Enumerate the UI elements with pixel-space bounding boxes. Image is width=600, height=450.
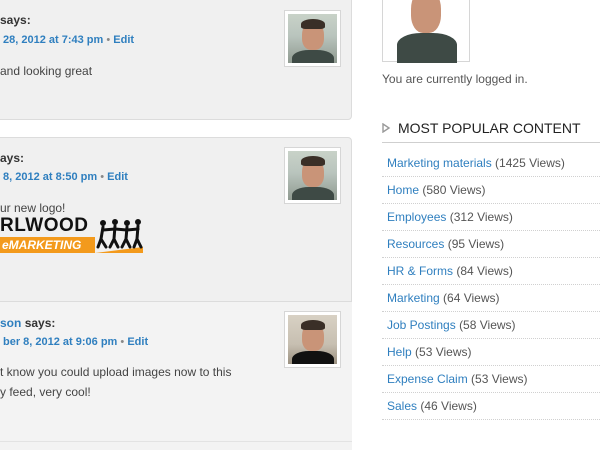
comment-meta: 28, 2012 at 7:43 pm • Edit [3, 34, 134, 46]
logo-wordmark: RLWOOD [0, 215, 89, 236]
view-count: (46 Views) [420, 399, 477, 413]
commenter-avatar[interactable] [284, 311, 341, 368]
list-item: Marketing materials (1425 Views) [382, 150, 600, 177]
comment-date-link[interactable]: 28, 2012 at 7:43 pm [3, 34, 103, 46]
avatar-photo [288, 14, 337, 63]
view-count: (64 Views) [443, 291, 500, 305]
comment-edit-link[interactable]: Edit [127, 336, 148, 348]
avatar-photo [288, 315, 337, 364]
list-item: HR & Forms (84 Views) [382, 258, 600, 285]
view-count: (1425 Views) [495, 156, 565, 170]
popular-link[interactable]: Expense Claim [387, 372, 468, 386]
comment-author: says: [0, 13, 31, 27]
commenter-avatar[interactable] [284, 147, 341, 204]
attached-logo-image[interactable]: RLWOOD eMARKETING [0, 215, 145, 255]
bullet-arrow-icon [382, 123, 391, 133]
view-count: (84 Views) [456, 264, 513, 278]
list-item: Home (580 Views) [382, 177, 600, 204]
widget-title-text: MOST POPULAR CONTENT [398, 120, 581, 136]
comment-edit-link[interactable]: Edit [113, 34, 134, 46]
comment-author: ays: [0, 151, 25, 165]
popular-link[interactable]: Resources [387, 237, 444, 251]
popular-link[interactable]: Marketing materials [387, 156, 492, 170]
view-count: (53 Views) [471, 372, 528, 386]
login-status-text: You are currently logged in. [382, 72, 528, 86]
popular-link[interactable]: Employees [387, 210, 446, 224]
comment-body: t know you could upload images now to th… [0, 365, 232, 399]
list-item: Job Postings (58 Views) [382, 312, 600, 339]
popular-link[interactable]: Sales [387, 399, 417, 413]
list-item: Marketing (64 Views) [382, 285, 600, 312]
comment-author: son says: [0, 316, 56, 330]
meta-separator: • [100, 171, 105, 183]
meta-separator: • [106, 34, 111, 46]
author-name-link[interactable]: son [0, 316, 21, 330]
comment-date-link[interactable]: ber 8, 2012 at 9:06 pm [3, 336, 117, 348]
comment-meta: 8, 2012 at 8:50 pm • Edit [3, 171, 128, 183]
popular-link[interactable]: Home [387, 183, 419, 197]
comment-edit-link[interactable]: Edit [107, 171, 128, 183]
view-count: (53 Views) [415, 345, 472, 359]
view-count: (312 Views) [449, 210, 513, 224]
comment-meta: ber 8, 2012 at 9:06 pm • Edit [3, 336, 148, 348]
sidebar: You are currently logged in. MOST POPULA… [382, 0, 600, 450]
comment-body: and looking great [0, 64, 93, 78]
popular-link[interactable]: Job Postings [387, 318, 456, 332]
widget-title-rule [382, 142, 600, 143]
feed-divider [0, 441, 352, 442]
comment-date-link[interactable]: 8, 2012 at 8:50 pm [3, 171, 97, 183]
avatar-photo [288, 151, 337, 200]
popular-link[interactable]: Marketing [387, 291, 440, 305]
activity-feed: says: 28, 2012 at 7:43 pm • Edit and loo… [0, 0, 353, 450]
popular-content-list: Marketing materials (1425 Views) Home (5… [382, 150, 600, 420]
popular-link[interactable]: HR & Forms [387, 264, 453, 278]
popular-link[interactable]: Help [387, 345, 412, 359]
view-count: (580 Views) [422, 183, 486, 197]
list-item: Expense Claim (53 Views) [382, 366, 600, 393]
meta-separator: • [120, 336, 125, 348]
logo-subtext: eMARKETING [2, 238, 82, 252]
widget-title: MOST POPULAR CONTENT [382, 120, 581, 136]
list-item: Employees (312 Views) [382, 204, 600, 231]
list-item: Help (53 Views) [382, 339, 600, 366]
commenter-avatar[interactable] [284, 10, 341, 67]
view-count: (95 Views) [447, 237, 505, 251]
view-count: (58 Views) [459, 318, 516, 332]
logo-people-icon [95, 219, 143, 253]
current-user-avatar[interactable] [382, 0, 470, 63]
list-item: Sales (46 Views) [382, 393, 600, 420]
list-item: Resources (95 Views) [382, 231, 600, 258]
